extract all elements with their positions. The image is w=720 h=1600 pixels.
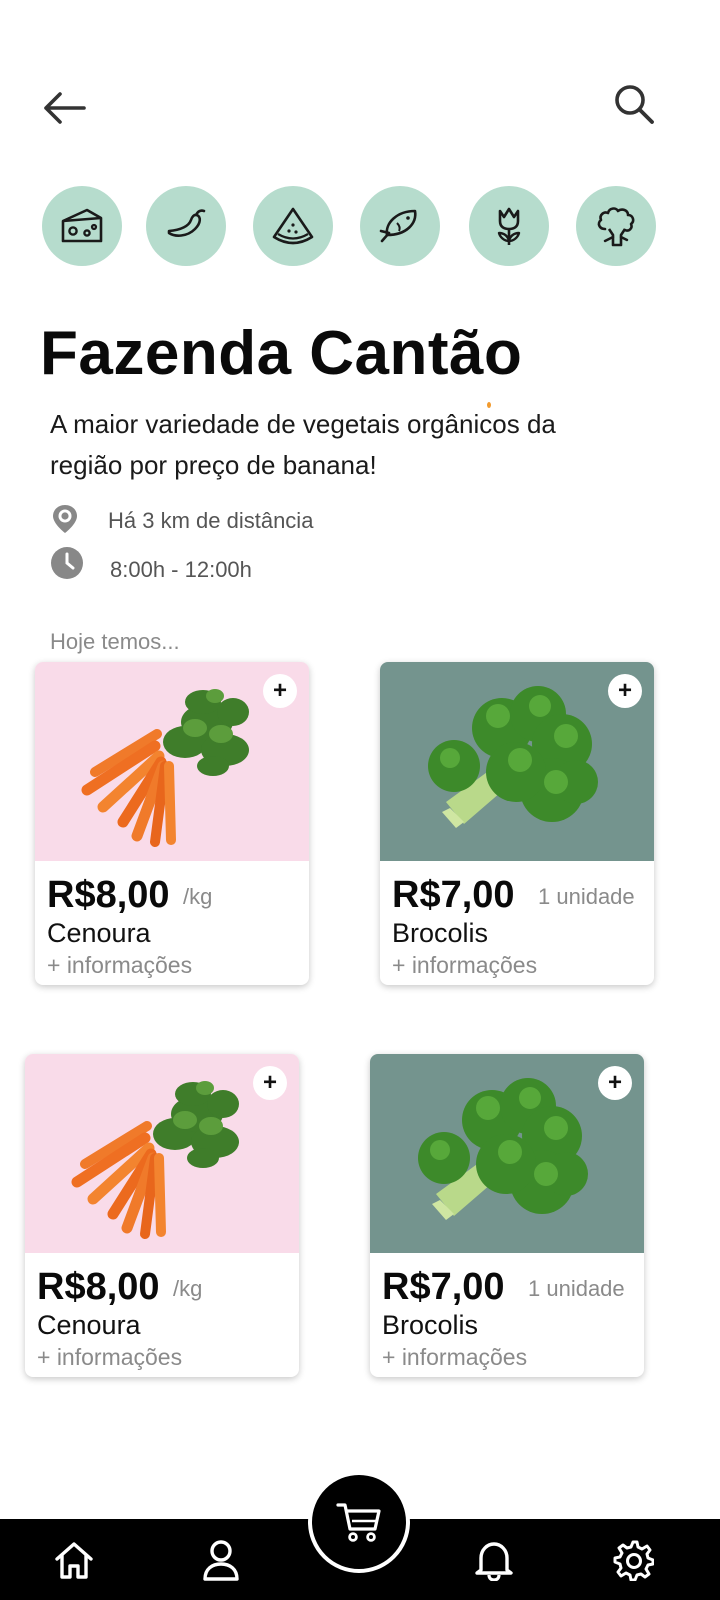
profile-icon	[203, 1540, 239, 1581]
cart-icon	[336, 1503, 381, 1542]
home-icon	[55, 1542, 93, 1579]
add-to-cart-button[interactable]: +	[253, 1066, 287, 1100]
store-title: Fazenda Cantão	[40, 319, 523, 388]
search-button[interactable]	[606, 78, 662, 130]
add-to-cart-button[interactable]: +	[608, 674, 642, 708]
category-flower[interactable]	[469, 186, 549, 266]
search-icon	[615, 85, 654, 124]
category-cheese[interactable]	[42, 186, 122, 266]
pepper-icon	[167, 209, 206, 237]
more-info-link[interactable]: + informações	[37, 1344, 182, 1371]
orange-dot	[487, 402, 491, 408]
product-card[interactable]: + R$7,00 1 unidade Brocolis + informaçõe…	[380, 662, 654, 985]
cart-button[interactable]	[308, 1471, 410, 1573]
watermelon-icon	[272, 207, 314, 245]
product-unit: /kg	[173, 1276, 203, 1301]
broccoli-icon	[597, 207, 635, 247]
add-to-cart-button[interactable]: +	[598, 1066, 632, 1100]
category-watermelon[interactable]	[253, 186, 333, 266]
add-to-cart-button[interactable]: +	[263, 674, 297, 708]
nav-notifications[interactable]	[468, 1534, 520, 1586]
product-unit: 1 unidade	[538, 884, 635, 909]
hours-text: 8:00h - 12:00h	[110, 557, 252, 582]
more-info-link[interactable]: + informações	[392, 952, 537, 979]
product-name: Brocolis	[382, 1310, 479, 1340]
product-card[interactable]: + R$8,00 /kg Cenoura + informações	[25, 1054, 299, 1377]
product-name: Brocolis	[392, 918, 489, 948]
section-label: Hoje temos...	[50, 629, 180, 654]
product-price: R$8,00	[37, 1266, 160, 1308]
product-name: Cenoura	[37, 1310, 141, 1340]
product-unit: 1 unidade	[528, 1276, 625, 1301]
category-fish[interactable]	[360, 186, 440, 266]
settings-icon	[613, 1540, 654, 1581]
more-info-link[interactable]: + informações	[382, 1344, 527, 1371]
product-card[interactable]: + R$8,00 /kg Cenoura + informações	[35, 662, 309, 985]
nav-profile[interactable]	[195, 1534, 247, 1586]
more-info-link[interactable]: + informações	[47, 952, 192, 979]
category-pepper[interactable]	[146, 186, 226, 266]
category-broccoli[interactable]	[576, 186, 656, 266]
product-unit: /kg	[183, 884, 213, 909]
product-name: Cenoura	[47, 918, 151, 948]
product-price: R$7,00	[382, 1266, 505, 1308]
bell-icon	[475, 1542, 513, 1581]
store-description: A maior variedade de vegetais orgânicos …	[50, 409, 556, 480]
clock-icon	[50, 546, 84, 580]
fish-icon	[379, 209, 417, 243]
location-pin-icon	[48, 502, 82, 536]
tulip-icon	[497, 207, 521, 245]
back-button[interactable]	[36, 84, 92, 132]
cheese-icon	[61, 208, 103, 243]
arrow-left-icon	[44, 92, 86, 124]
product-price: R$8,00	[47, 874, 170, 916]
distance-text: Há 3 km de distância	[108, 508, 314, 533]
product-card[interactable]: + R$7,00 1 unidade Brocolis + informaçõe…	[370, 1054, 644, 1377]
product-price: R$7,00	[392, 874, 515, 916]
nav-home[interactable]	[48, 1534, 100, 1586]
nav-settings[interactable]	[607, 1534, 659, 1586]
